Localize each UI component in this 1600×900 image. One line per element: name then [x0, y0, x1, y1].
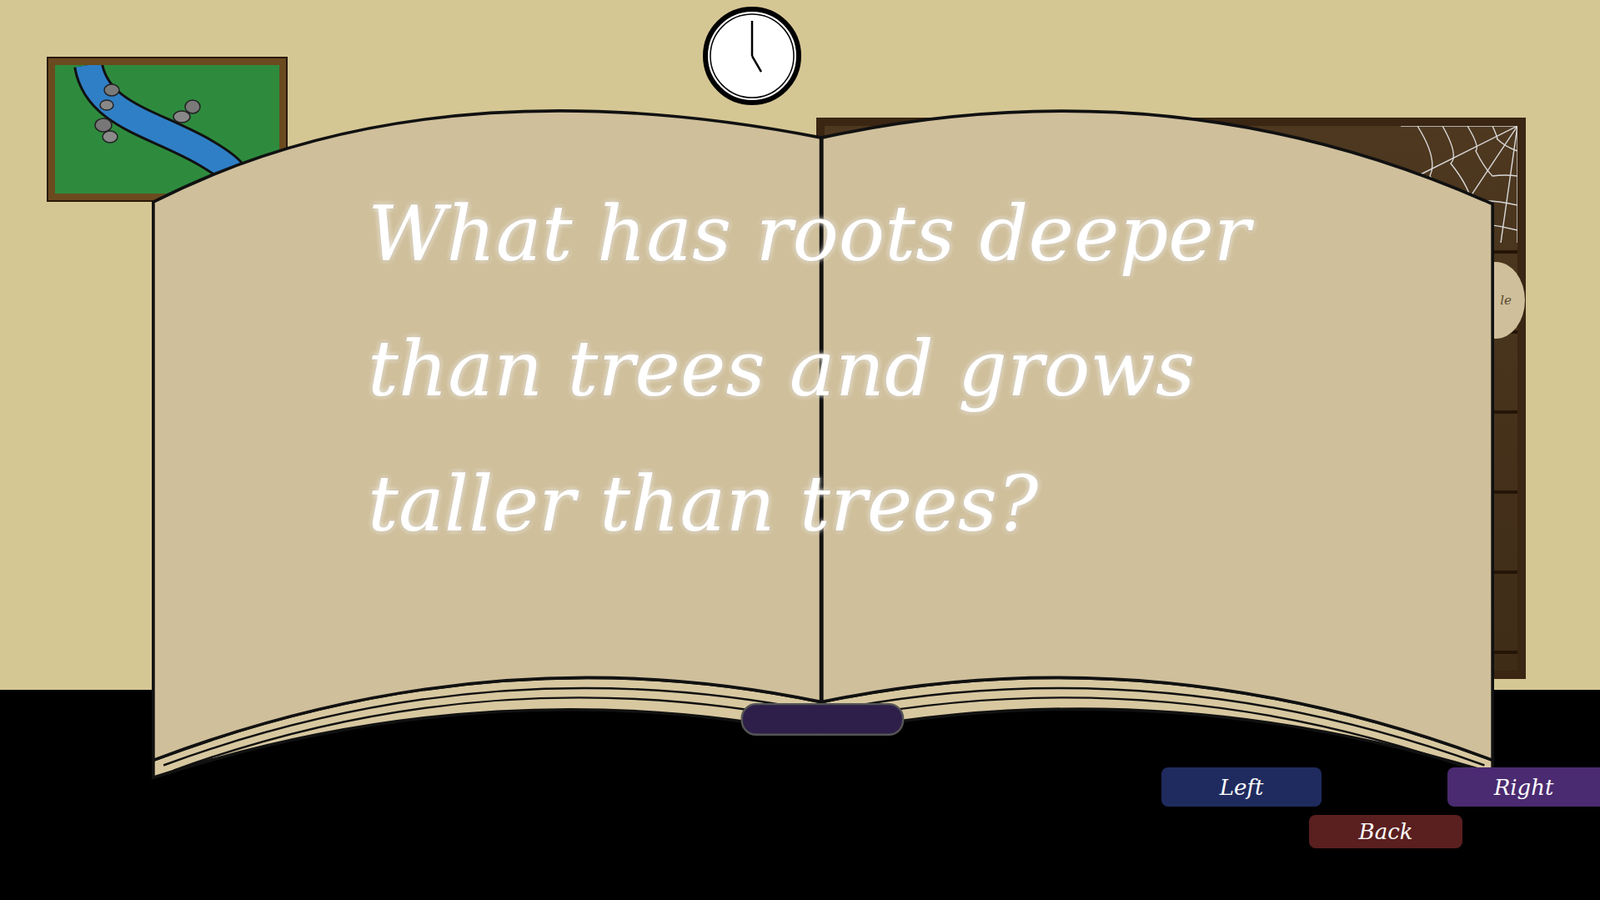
open-book-icon	[0, 0, 1600, 900]
wall-clock[interactable]	[702, 5, 803, 106]
nav-button[interactable]: Back	[1309, 814, 1463, 848]
riddle-text: What has roots deeperthan trees and grow…	[367, 166, 1251, 572]
clock-icon	[702, 5, 803, 106]
nav-button[interactable]: Right	[1447, 767, 1600, 807]
nav-button[interactable]: Left	[1161, 767, 1322, 807]
riddle-line: taller than trees?	[367, 436, 1251, 572]
game-scene: leWhat has roots deeperthan trees and gr…	[0, 0, 1600, 900]
riddle-line: What has roots deeper	[367, 166, 1251, 302]
riddle-line: than trees and grows	[367, 301, 1251, 437]
hour-hand	[752, 55, 762, 72]
minute-hand	[751, 20, 754, 56]
